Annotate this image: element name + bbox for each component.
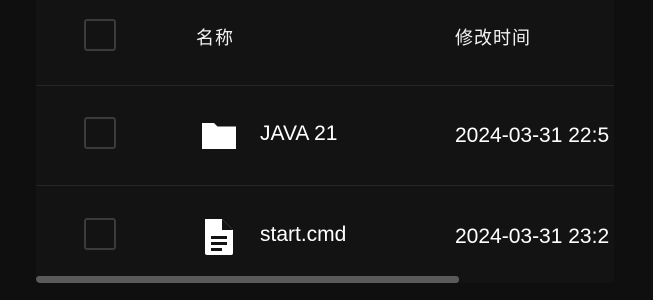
select-all-checkbox[interactable] bbox=[84, 19, 116, 51]
table-header: 名称 修改时间 bbox=[36, 0, 614, 86]
row-checkbox[interactable] bbox=[84, 117, 116, 149]
folder-icon bbox=[202, 123, 236, 149]
row-checkbox[interactable] bbox=[84, 218, 116, 250]
file-name[interactable]: JAVA 21 bbox=[260, 122, 337, 146]
table-row[interactable]: start.cmd 2024-03-31 23:2 bbox=[36, 186, 614, 283]
file-name[interactable]: start.cmd bbox=[260, 223, 346, 247]
column-header-name[interactable]: 名称 bbox=[196, 24, 234, 50]
file-modified-time: 2024-03-31 23:2 bbox=[455, 225, 610, 248]
file-list-panel: 名称 修改时间 JAVA 21 2024-03-31 22:5 start.cm… bbox=[36, 0, 614, 283]
file-modified-time: 2024-03-31 22:5 bbox=[455, 124, 610, 147]
table-row[interactable]: JAVA 21 2024-03-31 22:5 bbox=[36, 85, 614, 186]
column-header-modified[interactable]: 修改时间 bbox=[455, 24, 531, 50]
horizontal-scrollbar[interactable] bbox=[36, 276, 459, 283]
document-icon bbox=[205, 219, 233, 255]
